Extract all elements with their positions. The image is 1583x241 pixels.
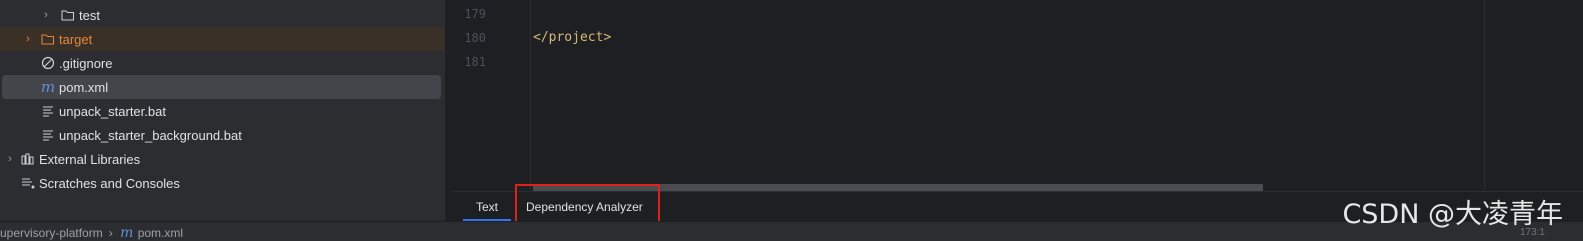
right-margin-guide (1484, 0, 1485, 190)
tree-item-label: .gitignore (59, 55, 113, 71)
tree-item-unpack-starter-background[interactable]: unpack_starter_background.bat (0, 123, 445, 147)
ignored-file-icon (40, 55, 56, 71)
text-file-icon (40, 103, 56, 119)
chevron-right-icon: › (108, 226, 113, 240)
tree-item-pom[interactable]: m pom.xml (2, 75, 441, 99)
tree-item-external-libraries[interactable]: › External Libraries (0, 147, 445, 171)
gutter-divider (530, 0, 531, 190)
chevron-right-icon[interactable]: › (22, 33, 34, 45)
tree-item-label: pom.xml (59, 79, 109, 95)
breadcrumb-file[interactable]: pom.xml (138, 226, 183, 240)
line-number: 181 (464, 55, 486, 69)
watermark: CSDN @大凌青年 (1342, 199, 1563, 230)
maven-icon: m (120, 225, 134, 241)
tab-text[interactable]: Text (463, 192, 512, 221)
tree-item-label: unpack_starter_background.bat (59, 127, 242, 143)
tree-item-target[interactable]: › target (0, 27, 445, 51)
tree-item-label: unpack_starter.bat (59, 103, 166, 119)
code-line[interactable]: </project> (533, 30, 611, 45)
tree-item-test[interactable]: › test (0, 3, 445, 27)
tree-item-label: test (79, 7, 100, 23)
libraries-icon (20, 151, 36, 167)
scratches-icon (20, 175, 36, 191)
chevron-right-icon[interactable]: › (4, 153, 16, 165)
breadcrumb-project[interactable]: supervisory-platform (0, 226, 103, 240)
tab-label: Text (476, 199, 499, 214)
project-tree: › test › target .gitignore m pom.xml unp… (0, 0, 445, 221)
folder-excluded-icon (40, 31, 56, 47)
tree-item-scratches[interactable]: Scratches and Consoles (0, 171, 445, 195)
breadcrumb: supervisory-platform › m pom.xml (0, 225, 183, 241)
line-number: 180 (464, 31, 486, 45)
tree-item-label: External Libraries (39, 151, 141, 167)
tree-item-unpack-starter[interactable]: unpack_starter.bat (0, 99, 445, 123)
tree-item-label: target (59, 31, 93, 47)
folder-icon (60, 7, 76, 23)
maven-icon: m (40, 78, 56, 96)
tree-item-label: Scratches and Consoles (39, 175, 180, 191)
panel-splitter[interactable] (445, 0, 453, 221)
tree-item-gitignore[interactable]: .gitignore (0, 51, 445, 75)
chevron-right-icon[interactable]: › (40, 9, 52, 21)
line-number: 179 (464, 7, 486, 21)
highlight-box (515, 184, 660, 224)
line-gutter: 179 180 181 (453, 0, 530, 190)
text-file-icon (40, 127, 56, 143)
